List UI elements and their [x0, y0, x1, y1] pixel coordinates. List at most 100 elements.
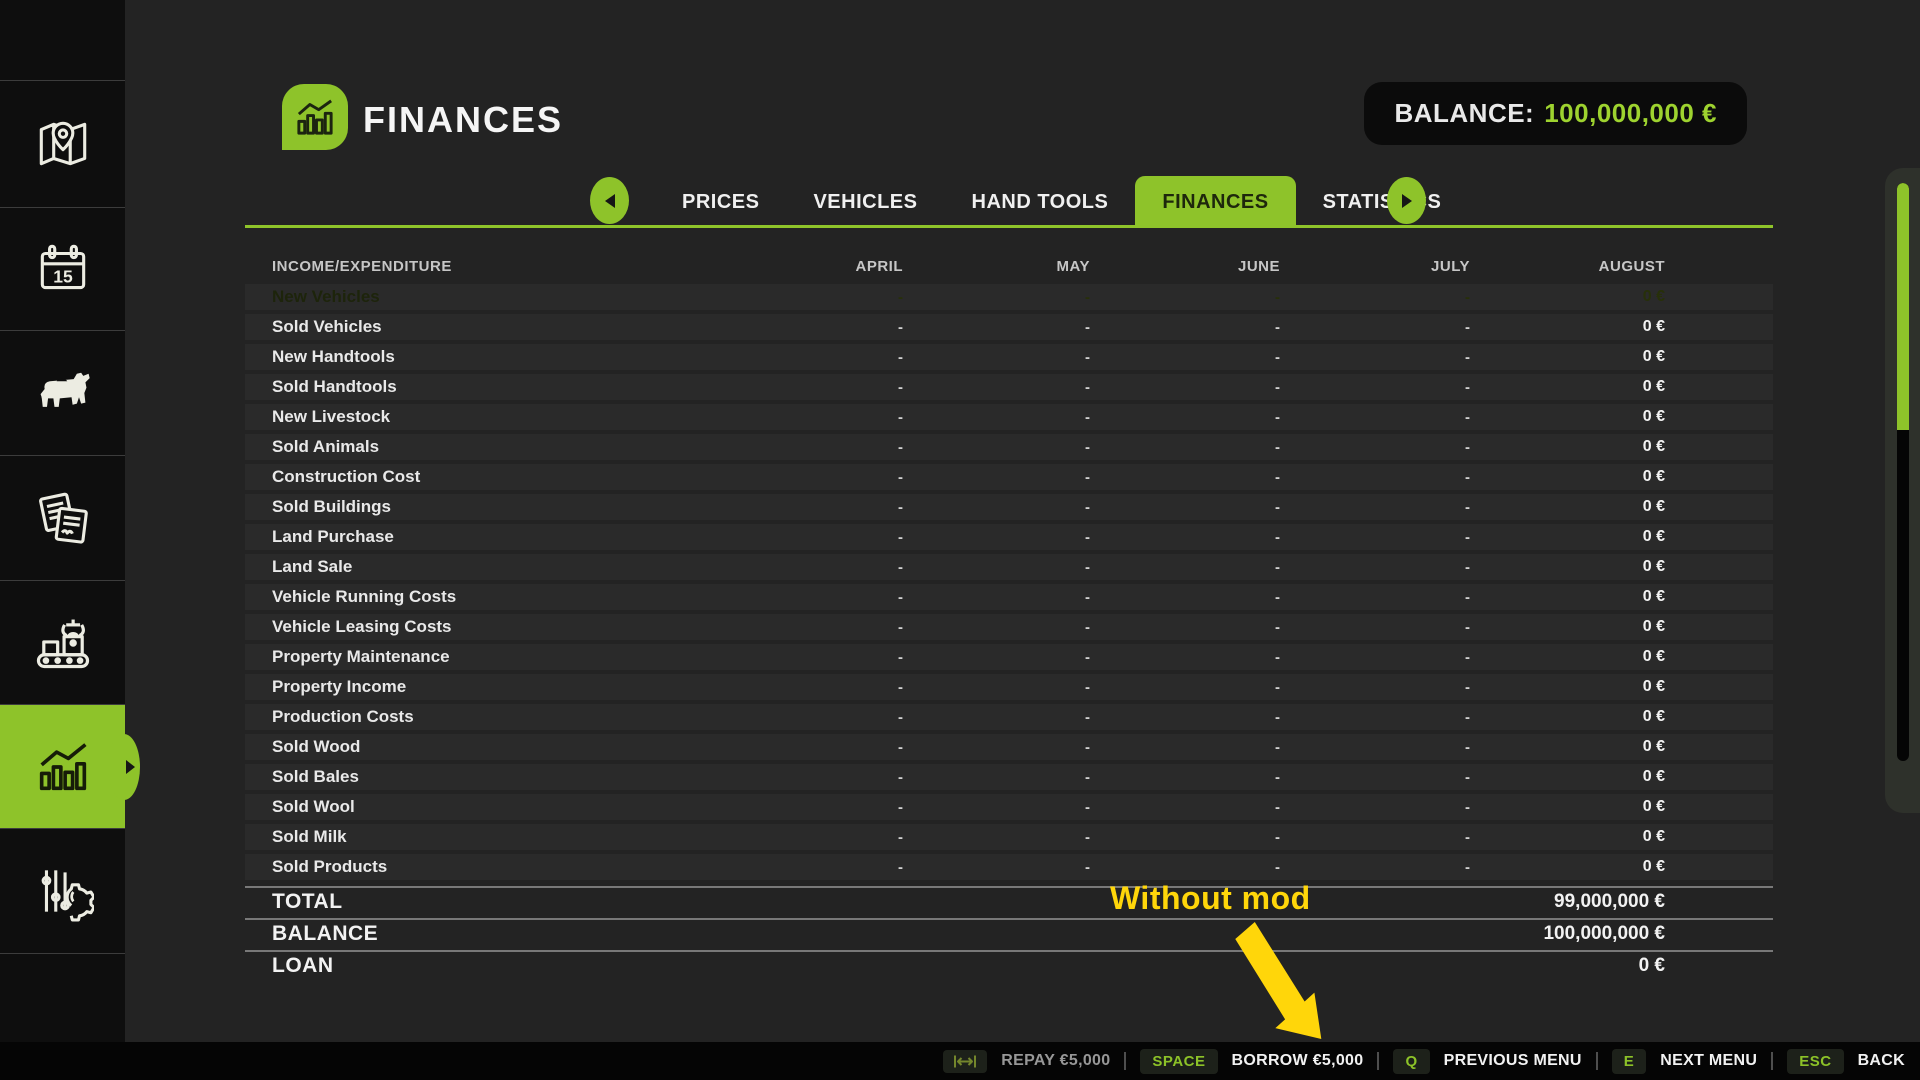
table-row[interactable]: Sold Wood - - - - 0 €	[245, 734, 1773, 760]
scrollbar-track[interactable]	[1897, 183, 1909, 761]
space-key-badge: SPACE	[1140, 1049, 1217, 1074]
chevron-left-icon	[605, 194, 615, 208]
table-row[interactable]: Construction Cost - - - - 0 €	[245, 464, 1773, 490]
row-label: New Livestock	[245, 407, 715, 427]
tab-bar: PRICES VEHICLES HAND TOOLS FINANCES STAT…	[655, 176, 1468, 228]
table-row[interactable]: Vehicle Running Costs - - - - 0 €	[245, 584, 1773, 610]
total-label: TOTAL	[245, 890, 343, 914]
table-row[interactable]: New Livestock - - - - 0 €	[245, 404, 1773, 430]
table-row[interactable]: Property Maintenance - - - - 0 €	[245, 644, 1773, 670]
row-value-may: -	[903, 379, 1090, 396]
table-row[interactable]: Property Income - - - - 0 €	[245, 674, 1773, 700]
sidebar-item-settings[interactable]	[0, 829, 125, 954]
table-row[interactable]: Sold Handtools - - - - 0 €	[245, 374, 1773, 400]
table-row[interactable]: Sold Products - - - - 0 €	[245, 854, 1773, 880]
balance-label: BALANCE:	[1394, 98, 1534, 129]
row-value-june: -	[1090, 619, 1280, 636]
keybind-previous-menu[interactable]: Q PREVIOUS MENU	[1393, 1049, 1581, 1074]
row-value-june: -	[1090, 709, 1280, 726]
row-value-july: -	[1280, 439, 1470, 456]
separator	[1771, 1052, 1773, 1070]
table-row[interactable]: New Handtools - - - - 0 €	[245, 344, 1773, 370]
keybind-borrow[interactable]: SPACE BORROW €5,000	[1140, 1049, 1363, 1074]
row-value-april: -	[715, 769, 903, 786]
keybind-next-menu[interactable]: E NEXT MENU	[1612, 1049, 1757, 1074]
row-value-august: 0 €	[1470, 438, 1665, 456]
table-row[interactable]: Sold Milk - - - - 0 €	[245, 824, 1773, 850]
back-label: BACK	[1858, 1052, 1905, 1070]
table-row[interactable]: New Vehicles - - - - 0 €	[245, 284, 1773, 310]
row-value-april: -	[715, 529, 903, 546]
row-value-august: 0 €	[1470, 738, 1665, 756]
row-value-june: -	[1090, 859, 1280, 876]
selected-bump	[108, 734, 140, 800]
tab-hand-tools[interactable]: HAND TOOLS	[945, 176, 1136, 228]
sidebar-item-map[interactable]	[0, 81, 125, 208]
selected-pointer-icon	[126, 760, 135, 774]
row-value-august: 0 €	[1470, 558, 1665, 576]
table-row[interactable]: Sold Bales - - - - 0 €	[245, 764, 1773, 790]
row-label: Sold Handtools	[245, 377, 715, 397]
row-value-july: -	[1280, 769, 1470, 786]
tab-key-icon	[943, 1050, 987, 1073]
summary-row-total: TOTAL 99,000,000 €	[245, 886, 1773, 916]
thick-down-right-arrow-icon	[1218, 922, 1328, 1047]
calendar-icon: 15	[32, 238, 94, 300]
separator	[1377, 1052, 1379, 1070]
row-value-july: -	[1280, 559, 1470, 576]
settings-icon	[32, 860, 94, 922]
sidebar-item-animals[interactable]	[0, 331, 125, 456]
keybind-repay[interactable]: REPAY €5,000	[943, 1050, 1110, 1073]
row-value-may: -	[903, 649, 1090, 666]
row-value-april: -	[715, 499, 903, 516]
scrollbar[interactable]	[1885, 168, 1920, 813]
sidebar-spacer-top	[0, 0, 125, 81]
row-value-july: -	[1280, 409, 1470, 426]
tab-vehicles[interactable]: VEHICLES	[786, 176, 944, 228]
borrow-label: BORROW €5,000	[1232, 1052, 1364, 1070]
row-value-april: -	[715, 349, 903, 366]
row-value-april: -	[715, 559, 903, 576]
table-row[interactable]: Sold Wool - - - - 0 €	[245, 794, 1773, 820]
row-value-june: -	[1090, 439, 1280, 456]
row-label: Sold Bales	[245, 767, 715, 787]
row-value-august: 0 €	[1470, 348, 1665, 366]
sidebar-item-contracts[interactable]	[0, 456, 125, 581]
row-value-june: -	[1090, 679, 1280, 696]
tabs-next-button[interactable]	[1387, 177, 1426, 224]
animals-icon	[31, 361, 95, 425]
table-row[interactable]: Land Purchase - - - - 0 €	[245, 524, 1773, 550]
row-value-july: -	[1280, 829, 1470, 846]
scrollbar-thumb[interactable]	[1897, 183, 1909, 430]
row-value-july: -	[1280, 709, 1470, 726]
row-value-july: -	[1280, 589, 1470, 606]
sidebar-item-finances[interactable]	[0, 705, 125, 829]
sidebar-item-calendar[interactable]: 15	[0, 208, 125, 331]
table-row[interactable]: Vehicle Leasing Costs - - - - 0 €	[245, 614, 1773, 640]
row-value-may: -	[903, 559, 1090, 576]
row-value-may: -	[903, 709, 1090, 726]
column-header-income-expenditure: INCOME/EXPENDITURE	[245, 258, 715, 275]
sidebar-item-production[interactable]	[0, 581, 125, 705]
table-row[interactable]: Sold Animals - - - - 0 €	[245, 434, 1773, 460]
row-value-june: -	[1090, 409, 1280, 426]
tab-prices[interactable]: PRICES	[655, 176, 786, 228]
row-value-april: -	[715, 829, 903, 846]
table-row[interactable]: Land Sale - - - - 0 €	[245, 554, 1773, 580]
tab-statistics[interactable]: STATISTICS	[1296, 176, 1469, 228]
annotation-text: Without mod	[1110, 880, 1311, 917]
row-value-july: -	[1280, 469, 1470, 486]
table-row[interactable]: Production Costs - - - - 0 €	[245, 704, 1773, 730]
table-row[interactable]: Sold Vehicles - - - - 0 €	[245, 314, 1773, 340]
loan-label: LOAN	[245, 954, 334, 978]
chevron-right-icon	[1402, 194, 1412, 208]
tab-finances[interactable]: FINANCES	[1135, 176, 1295, 228]
keybind-back[interactable]: ESC BACK	[1787, 1049, 1905, 1074]
row-value-august: 0 €	[1470, 798, 1665, 816]
row-value-april: -	[715, 409, 903, 426]
column-header-august: AUGUST	[1470, 258, 1665, 275]
row-value-june: -	[1090, 649, 1280, 666]
table-row[interactable]: Sold Buildings - - - - 0 €	[245, 494, 1773, 520]
tabs-prev-button[interactable]	[590, 177, 629, 224]
row-value-july: -	[1280, 739, 1470, 756]
